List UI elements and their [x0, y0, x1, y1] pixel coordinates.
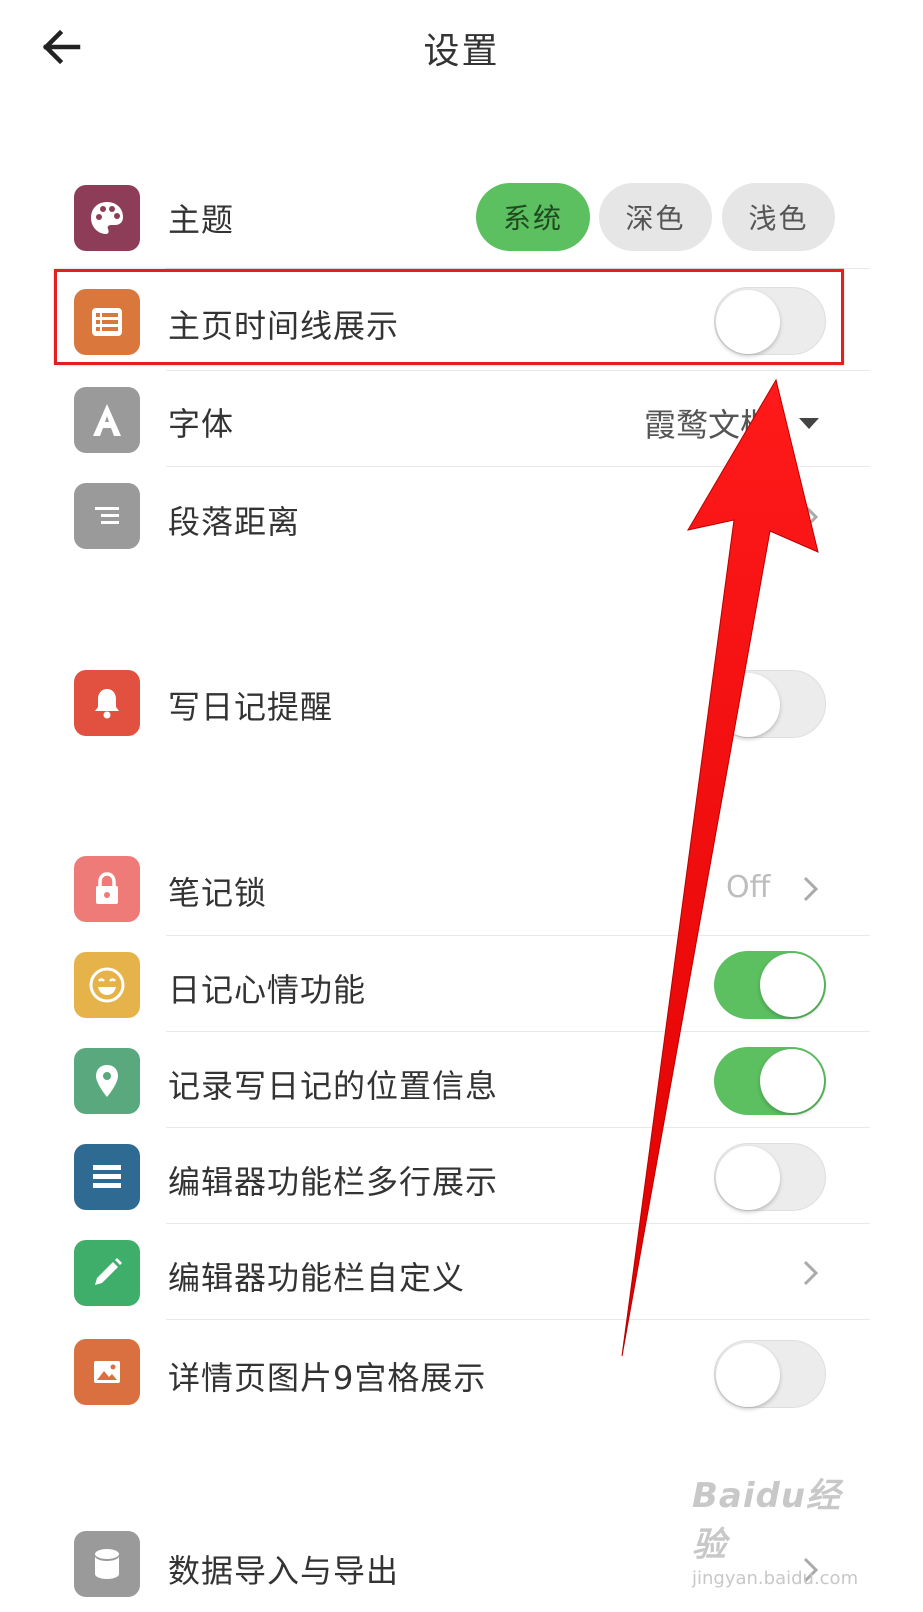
timeline-row[interactable]: 主页时间线展示 [0, 273, 923, 369]
divider [166, 1223, 870, 1224]
paragraph-row[interactable]: 段落距离 [0, 469, 923, 565]
font-label: 字体 [168, 405, 235, 443]
lock-row[interactable]: 笔记锁 Off [0, 840, 923, 936]
palette-icon [74, 185, 140, 251]
customize-label: 编辑器功能栏自定义 [168, 1259, 466, 1297]
location-row[interactable]: 记录写日记的位置信息 [0, 1033, 923, 1129]
reminder-row[interactable]: 写日记提醒 [0, 654, 923, 750]
multiline-row[interactable]: 编辑器功能栏多行展示 [0, 1129, 923, 1225]
theme-label: 主题 [168, 201, 235, 239]
divider [166, 466, 870, 467]
lock-label: 笔记锁 [168, 874, 268, 912]
toggle-knob [716, 1343, 780, 1407]
mood-label: 日记心情功能 [168, 971, 367, 1009]
multiline-label: 编辑器功能栏多行展示 [168, 1163, 499, 1201]
timeline-label: 主页时间线展示 [168, 307, 400, 345]
theme-option-light[interactable]: 浅色 [722, 183, 835, 251]
font-row[interactable]: 字体 霞鹜文楷 [0, 373, 923, 469]
bell-icon [74, 670, 140, 736]
import-export-row[interactable]: 数据导入与导出 [0, 1516, 923, 1612]
location-label: 记录写日记的位置信息 [168, 1067, 499, 1105]
toggle-knob [760, 953, 824, 1017]
toggle-knob [760, 1049, 824, 1113]
page-title: 设置 [423, 31, 500, 72]
image-icon [74, 1339, 140, 1405]
divider [166, 1031, 870, 1032]
timeline-toggle[interactable] [714, 287, 826, 355]
list-icon [74, 289, 140, 355]
customize-row[interactable]: 编辑器功能栏自定义 [0, 1225, 923, 1321]
smiley-icon [74, 952, 140, 1018]
chevron-right-icon[interactable] [800, 503, 820, 531]
grid-row[interactable]: 详情页图片9宫格展示 [0, 1325, 923, 1421]
pencil-icon [74, 1240, 140, 1306]
toggle-knob [716, 673, 780, 737]
multiline-toggle[interactable] [714, 1143, 826, 1211]
divider [166, 1127, 870, 1128]
chevron-right-icon[interactable] [800, 1259, 820, 1287]
grid-toggle[interactable] [714, 1340, 826, 1408]
paragraph-label: 段落距离 [168, 503, 301, 541]
theme-option-system[interactable]: 系统 [476, 183, 590, 251]
toolbar-lines-icon [74, 1144, 140, 1210]
divider [166, 935, 870, 936]
database-icon [74, 1531, 140, 1597]
lock-icon [74, 856, 140, 922]
location-pin-icon [74, 1048, 140, 1114]
divider [166, 370, 870, 371]
paragraph-spacing-icon [74, 483, 140, 549]
theme-option-dark[interactable]: 深色 [599, 183, 712, 251]
import-export-label: 数据导入与导出 [168, 1552, 400, 1590]
reminder-toggle[interactable] [714, 670, 826, 738]
grid-label: 详情页图片9宫格展示 [168, 1359, 487, 1397]
mood-row[interactable]: 日记心情功能 [0, 937, 923, 1033]
chevron-right-icon[interactable] [800, 1556, 820, 1584]
dropdown-caret-icon[interactable] [796, 415, 822, 431]
reminder-label: 写日记提醒 [168, 688, 334, 726]
toggle-knob [716, 290, 780, 354]
toggle-knob [716, 1146, 780, 1210]
header: 设置 [0, 0, 923, 96]
chevron-right-icon[interactable] [800, 875, 820, 903]
location-toggle[interactable] [714, 1047, 826, 1115]
divider [166, 268, 870, 269]
divider [166, 1319, 870, 1320]
font-value: 霞鹜文楷 [644, 406, 773, 444]
mood-toggle[interactable] [714, 951, 826, 1019]
lock-value: Off [726, 870, 771, 905]
font-letter-icon [74, 387, 140, 453]
